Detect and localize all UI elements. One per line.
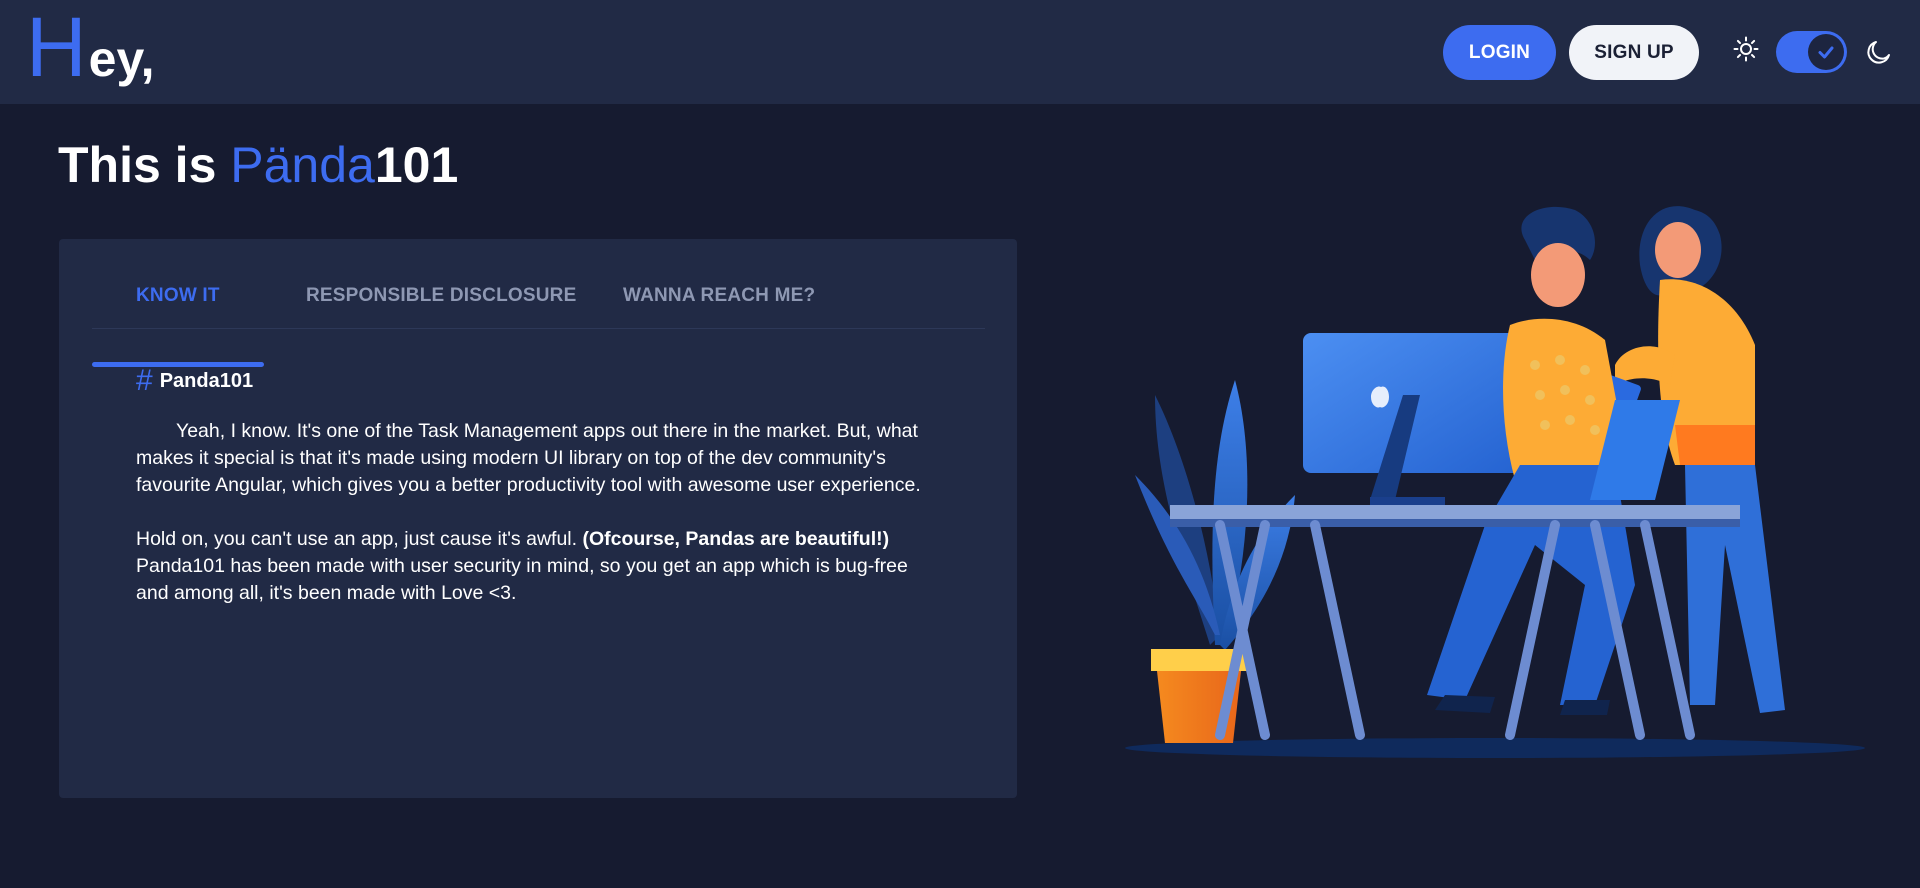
title-suffix: 101 xyxy=(374,137,459,193)
logo-initial: H xyxy=(26,0,87,94)
tab-content: # Panda101 Yeah, I know. It's one of the… xyxy=(136,365,936,607)
page-title: This is Pända101 xyxy=(58,136,458,194)
tab-bar: KNOW IT RESPONSIBLE DISCLOSURE WANNA REA… xyxy=(92,279,985,367)
title-accent: Pända xyxy=(230,137,375,193)
moon-icon xyxy=(1867,41,1890,64)
section-heading-text: Panda101 xyxy=(159,369,254,392)
tab-know-it[interactable]: KNOW IT xyxy=(136,279,220,329)
hash-icon: # xyxy=(136,364,153,397)
sun-icon xyxy=(1733,36,1759,62)
security-paragraph-end: Panda101 has been made with user securit… xyxy=(136,555,908,604)
login-button[interactable]: LOGIN xyxy=(1443,25,1556,80)
info-card: KNOW IT RESPONSIBLE DISCLOSURE WANNA REA… xyxy=(59,239,1017,798)
tab-wanna-reach-me[interactable]: WANNA REACH ME? xyxy=(623,279,815,329)
logo[interactable]: H ey, xyxy=(26,0,155,94)
section-heading: # Panda101 xyxy=(136,365,936,397)
security-paragraph: Hold on, you can't use an app, just caus… xyxy=(136,526,936,607)
intro-paragraph: Yeah, I know. It's one of the Task Manag… xyxy=(136,420,921,496)
team-working-illustration xyxy=(1125,206,1865,758)
security-paragraph-start: Hold on, you can't use an app, just caus… xyxy=(136,528,583,550)
navbar: H ey, LOGIN SIGN UP xyxy=(0,0,1920,104)
toggle-knob xyxy=(1808,34,1844,70)
logo-text: ey, xyxy=(88,31,155,87)
signup-button[interactable]: SIGN UP xyxy=(1569,25,1699,80)
theme-toggle[interactable] xyxy=(1776,31,1847,73)
tab-responsible-disclosure[interactable]: RESPONSIBLE DISCLOSURE xyxy=(306,279,576,329)
security-paragraph-bold: (Ofcourse, Pandas are beautiful!) xyxy=(582,528,890,550)
check-icon xyxy=(1818,46,1834,59)
title-prefix: This is xyxy=(58,137,231,193)
